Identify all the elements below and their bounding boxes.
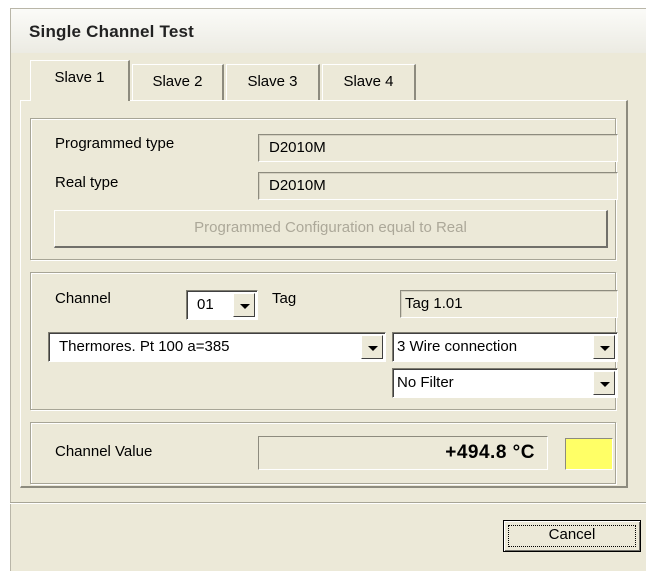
channel-select-value: 01: [197, 296, 214, 313]
programmed-config-equal-button[interactable]: Programmed Configuration equal to Real: [54, 210, 608, 248]
tab-label: Slave 4: [343, 73, 394, 90]
footer-divider: [10, 502, 646, 504]
tab-label: Slave 2: [152, 73, 203, 90]
focus-rectangle: [508, 525, 636, 547]
programmed-type-label: Programmed type: [55, 135, 175, 152]
chevron-down-icon[interactable]: [233, 293, 255, 317]
cancel-button[interactable]: Cancel: [503, 520, 641, 552]
tab-slave-1[interactable]: Slave 1: [30, 60, 130, 101]
filter-value: No Filter: [397, 374, 454, 391]
filter-select[interactable]: No Filter: [392, 368, 618, 398]
channel-value-label: Channel Value: [55, 443, 153, 460]
connection-select[interactable]: 3 Wire connection: [392, 332, 618, 362]
title-bar[interactable]: Single Channel Test: [11, 9, 646, 53]
sensor-type-value: Thermores. Pt 100 a=385: [59, 338, 230, 355]
real-type-field: D2010M: [258, 172, 618, 200]
tag-label: Tag: [272, 290, 297, 307]
chevron-down-icon[interactable]: [593, 335, 615, 359]
tab-slave-2[interactable]: Slave 2: [132, 64, 224, 100]
status-indicator: [565, 438, 613, 470]
chevron-down-icon[interactable]: [593, 371, 615, 395]
sensor-type-select[interactable]: Thermores. Pt 100 a=385: [48, 332, 386, 362]
tab-slave-3[interactable]: Slave 3: [226, 64, 320, 100]
tag-field: Tag 1.01: [400, 290, 618, 318]
real-type-label: Real type: [55, 174, 119, 191]
programmed-type-field: D2010M: [258, 134, 618, 162]
channel-value-display: +494.8 °C: [258, 436, 548, 470]
chevron-down-icon[interactable]: [361, 335, 383, 359]
channel-label: Channel: [55, 290, 111, 307]
tab-slave-4[interactable]: Slave 4: [322, 64, 416, 100]
channel-select[interactable]: 01: [186, 290, 258, 320]
connection-value: 3 Wire connection: [397, 338, 518, 355]
tab-label: Slave 1: [54, 69, 105, 86]
tab-label: Slave 3: [247, 73, 298, 90]
window-title: Single Channel Test: [29, 22, 195, 41]
